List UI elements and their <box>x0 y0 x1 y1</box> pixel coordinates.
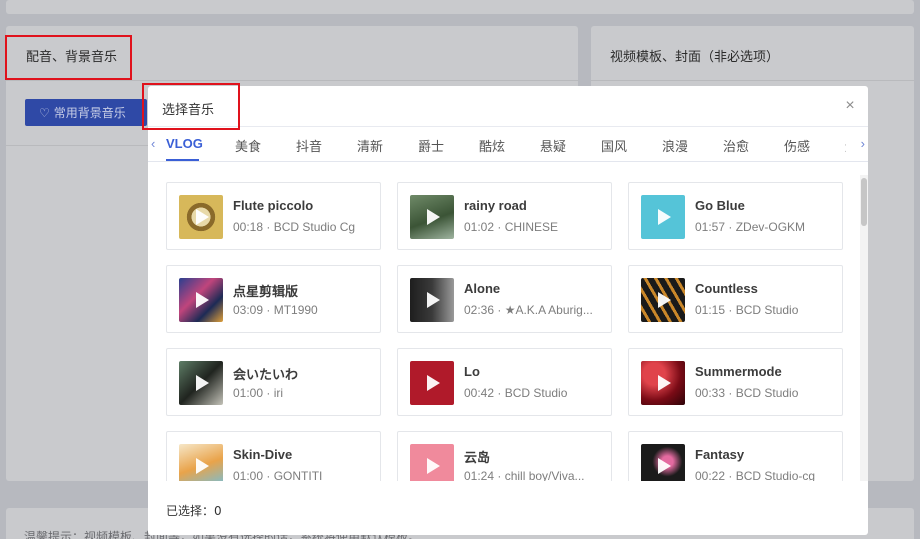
song-name: 点星剪辑版 <box>233 284 299 299</box>
song-meta: 00:18 · BCD Studio Cg <box>233 220 356 234</box>
play-icon[interactable] <box>196 375 209 391</box>
cover-thumbnail <box>179 195 223 239</box>
cover-thumbnail <box>179 444 223 481</box>
scrollbar-thumb[interactable] <box>861 178 867 226</box>
song-card[interactable]: 会いたいわ 01:00 · iri <box>166 348 381 416</box>
tab-food[interactable]: 美食 <box>235 136 261 155</box>
song-meta: 01:02 · CHINESE <box>464 220 559 234</box>
song-meta: 01:00 · GONTITI <box>233 469 323 481</box>
play-icon[interactable] <box>427 375 440 391</box>
song-name: Alone <box>464 281 501 296</box>
song-meta: 01:57 · ZDev-OGKM <box>695 220 806 234</box>
song-meta: 01:15 · BCD Studio <box>695 303 799 317</box>
cover-thumbnail <box>179 361 223 405</box>
play-icon[interactable] <box>427 458 440 474</box>
divider <box>591 80 914 81</box>
cover-thumbnail <box>410 361 454 405</box>
song-meta: 00:22 · BCD Studio-cg <box>695 469 816 481</box>
divider <box>6 80 578 81</box>
song-meta: 01:00 · iri <box>233 386 284 400</box>
play-icon[interactable] <box>658 209 671 225</box>
heart-icon: ♡ <box>39 105 50 120</box>
cover-thumbnail <box>641 444 685 481</box>
favorite-music-label: 常用背景音乐 <box>53 106 126 120</box>
song-name: Lo <box>464 364 480 379</box>
tab-chinese-style[interactable]: 国风 <box>601 136 627 155</box>
song-card[interactable]: Lo 00:42 · BCD Studio <box>397 348 612 416</box>
tab-romantic[interactable]: 浪漫 <box>662 136 688 155</box>
cover-thumbnail <box>410 278 454 322</box>
song-card[interactable]: 点星剪辑版 03:09 · MT1990 <box>166 265 381 333</box>
cover-thumbnail <box>410 444 454 481</box>
background-top-card <box>6 0 914 14</box>
cover-thumbnail <box>410 195 454 239</box>
play-icon[interactable] <box>658 292 671 308</box>
tab-fresh[interactable]: 清新 <box>357 136 383 155</box>
song-card[interactable]: Countless 01:15 · BCD Studio <box>628 265 843 333</box>
cover-thumbnail <box>179 278 223 322</box>
tab-suspense[interactable]: 悬疑 <box>540 136 566 155</box>
annotation-highlight-section <box>5 35 132 80</box>
song-card[interactable]: Alone 02:36 · ★A.K.A Aburig... <box>397 265 612 333</box>
song-meta: 00:33 · BCD Studio <box>695 386 799 400</box>
play-icon[interactable] <box>658 375 671 391</box>
song-name: Summermode <box>695 364 782 379</box>
song-name: rainy road <box>464 198 527 213</box>
song-name: Skin-Dive <box>233 447 293 462</box>
tab-sport[interactable]: 运 <box>845 136 846 155</box>
tab-douyin[interactable]: 抖音 <box>296 136 322 155</box>
song-name: 云岛 <box>464 450 491 465</box>
song-card[interactable]: 云岛 01:24 · chill boy/Viva... <box>397 431 612 481</box>
category-tabs: ‹ VLOG 美食 抖音 清新 爵士 酷炫 悬疑 国风 浪漫 治愈 伤感 运 › <box>148 126 868 162</box>
tab-cool[interactable]: 酷炫 <box>479 136 505 155</box>
song-meta: 01:24 · chill boy/Viva... <box>464 469 585 481</box>
song-card[interactable]: Skin-Dive 01:00 · GONTITI <box>166 431 381 481</box>
song-card[interactable]: Go Blue 01:57 · ZDev-OGKM <box>628 182 843 250</box>
tabs-next-icon[interactable]: › <box>861 136 865 151</box>
play-icon[interactable] <box>658 458 671 474</box>
tabs-prev-icon[interactable]: ‹ <box>151 136 155 151</box>
song-card[interactable]: Summermode 00:33 · BCD Studio <box>628 348 843 416</box>
song-grid: Flute piccolo 00:18 · BCD Studio Cg rain… <box>148 163 868 481</box>
annotation-highlight-title <box>142 83 240 130</box>
song-name: Go Blue <box>695 198 745 213</box>
selected-count: 已选择：0 <box>166 504 222 518</box>
play-icon[interactable] <box>427 292 440 308</box>
cover-thumbnail <box>641 195 685 239</box>
song-card[interactable]: Flute piccolo 00:18 · BCD Studio Cg <box>166 182 381 250</box>
song-card[interactable]: rainy road 01:02 · CHINESE <box>397 182 612 250</box>
song-meta: 03:09 · MT1990 <box>233 303 318 317</box>
cover-thumbnail <box>641 361 685 405</box>
song-meta: 02:36 · ★A.K.A Aburig... <box>464 303 593 317</box>
cover-thumbnail <box>641 278 685 322</box>
tab-vlog[interactable]: VLOG <box>166 136 203 151</box>
section-title-template: 视频模板、封面（非必选项） <box>610 50 780 65</box>
song-name: Flute piccolo <box>233 198 314 213</box>
close-icon[interactable]: × <box>842 98 858 114</box>
play-icon[interactable] <box>427 209 440 225</box>
song-meta: 00:42 · BCD Studio <box>464 386 568 400</box>
play-icon[interactable] <box>196 458 209 474</box>
play-icon[interactable] <box>196 209 209 225</box>
tab-list: VLOG 美食 抖音 清新 爵士 酷炫 悬疑 国风 浪漫 治愈 伤感 运 <box>166 127 846 163</box>
tab-jazz[interactable]: 爵士 <box>418 136 444 155</box>
favorite-music-button[interactable]: ♡ 常用背景音乐 <box>25 99 147 126</box>
music-select-modal: 选择音乐 × ‹ VLOG 美食 抖音 清新 爵士 酷炫 悬疑 国风 浪漫 治愈… <box>148 86 868 535</box>
song-name: 会いたいわ <box>233 367 299 382</box>
active-tab-indicator <box>166 159 199 161</box>
song-name: Countless <box>695 281 758 296</box>
song-name: Fantasy <box>695 447 745 462</box>
song-card[interactable]: Fantasy 00:22 · BCD Studio-cg <box>628 431 843 481</box>
tab-healing[interactable]: 治愈 <box>723 136 749 155</box>
tab-sad[interactable]: 伤感 <box>784 136 810 155</box>
play-icon[interactable] <box>196 292 209 308</box>
